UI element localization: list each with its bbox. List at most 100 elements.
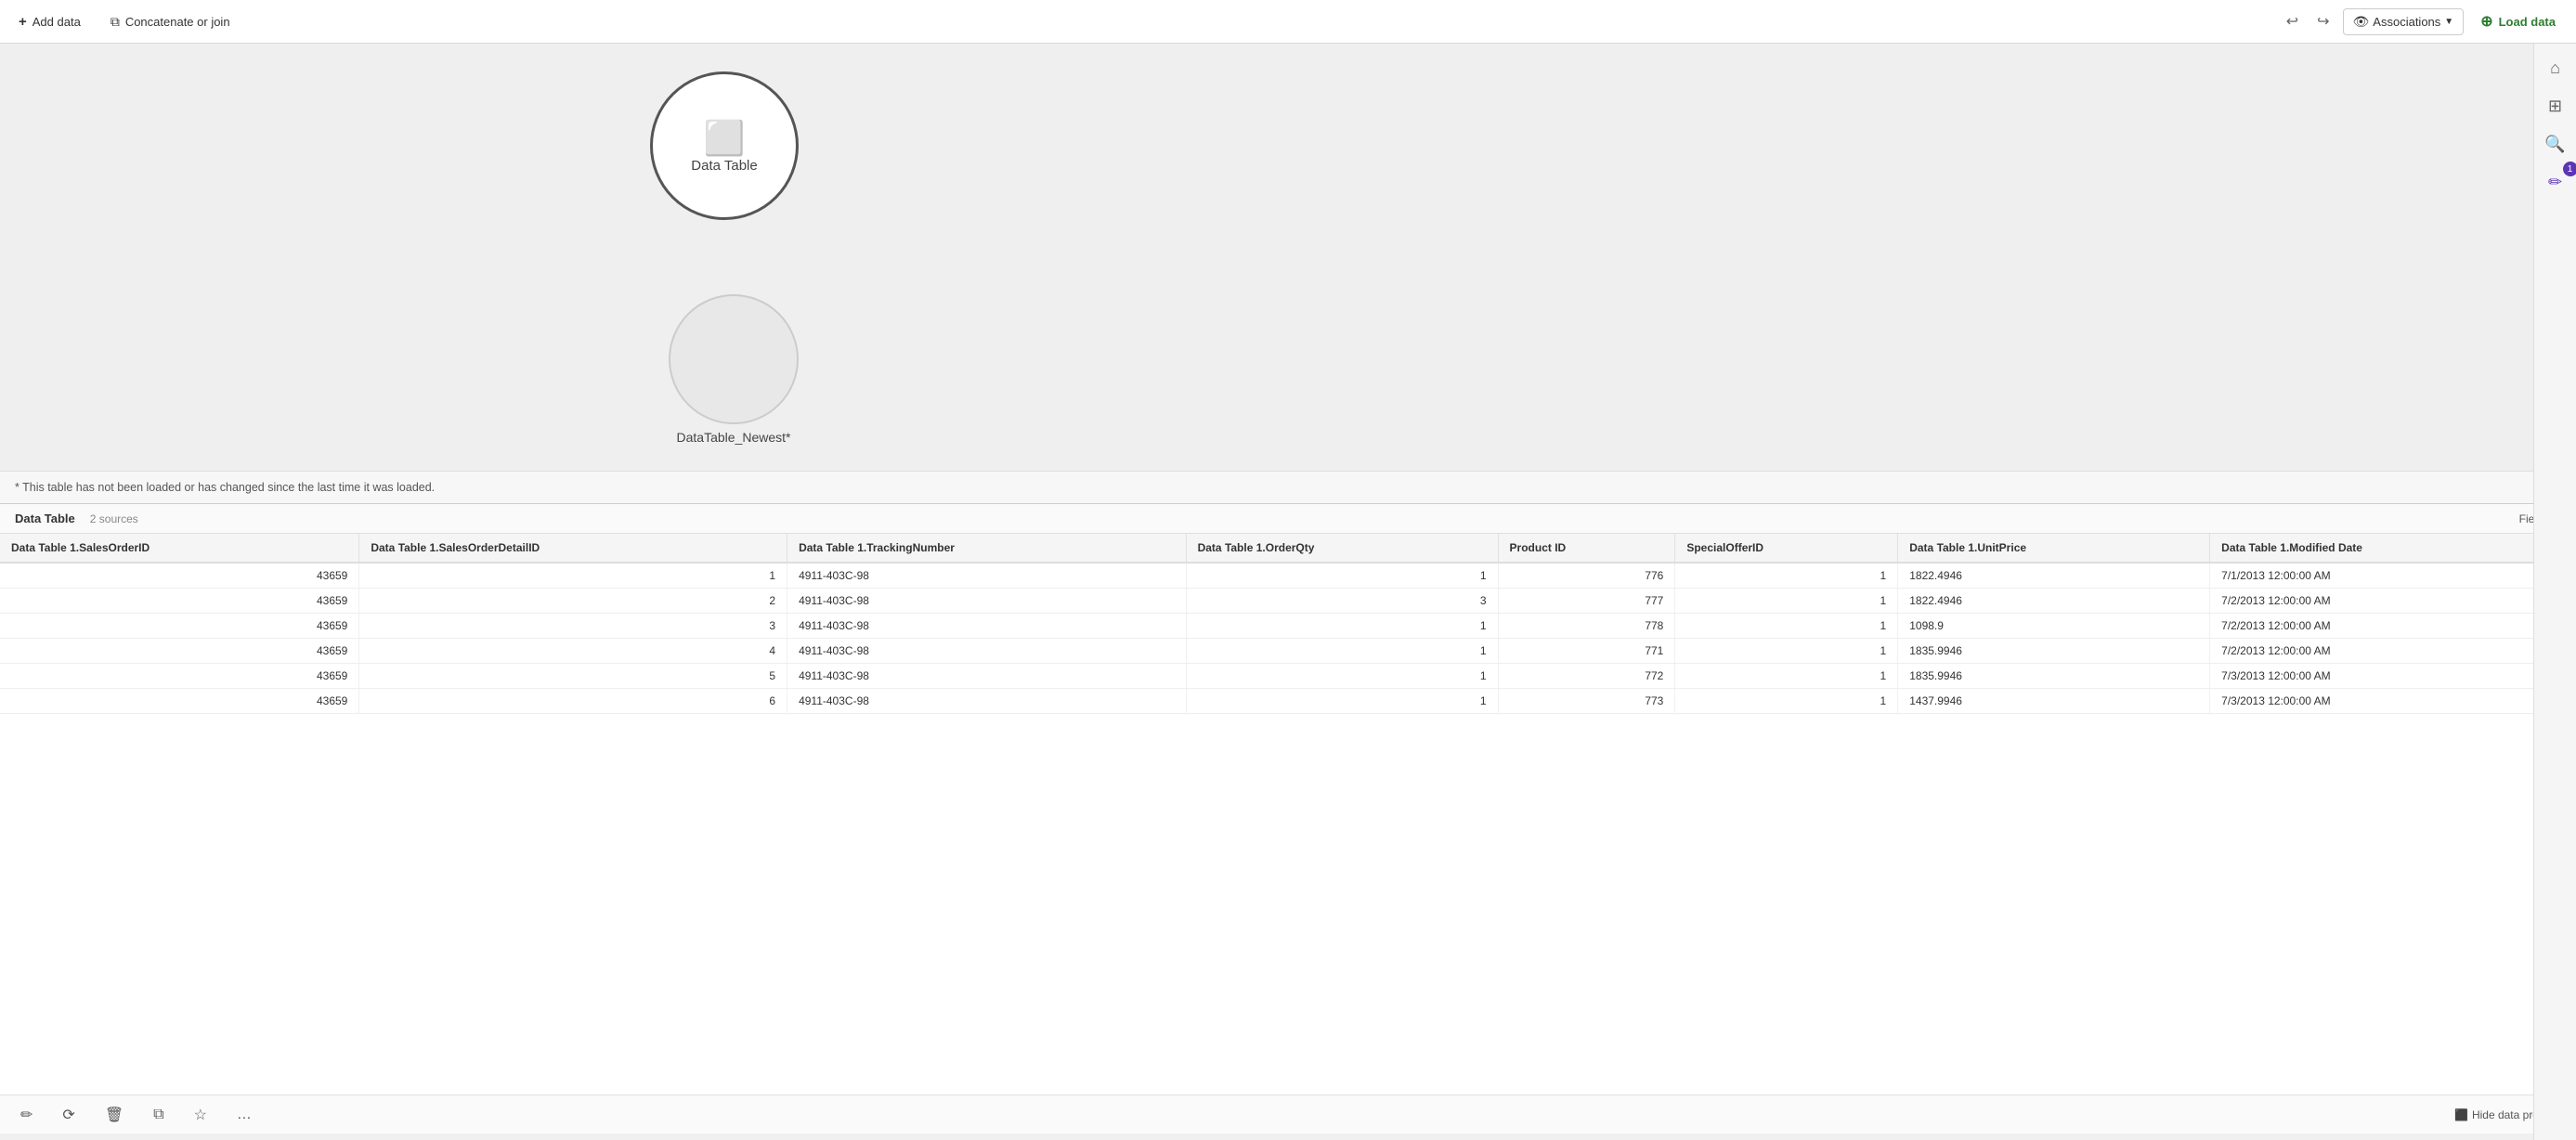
pencil-badge-container: ✏ 1 (2537, 165, 2574, 200)
data-table-container[interactable]: Data Table 1.SalesOrderID Data Table 1.S… (0, 534, 2576, 1095)
warning-text: * This table has not been loaded or has … (15, 481, 435, 494)
preview-table-name: Data Table (15, 512, 75, 525)
redo-button[interactable]: ↪ (2311, 8, 2335, 34)
table-cell: 1098.9 (1898, 614, 2210, 639)
table-cell: 43659 (0, 614, 359, 639)
add-data-label: Add data (33, 15, 81, 29)
toolbar-left: + Add data ⧉ Concatenate or join (11, 10, 2273, 33)
table-cell: 4911-403C-98 (787, 639, 1187, 664)
table-cell: 1822.4946 (1898, 589, 2210, 614)
table-cell: 4911-403C-98 (787, 563, 1187, 589)
table-cell: 1 (1186, 689, 1498, 714)
plus-icon: + (19, 14, 27, 30)
load-data-label: Load data (2499, 15, 2556, 29)
table-cell: 4911-403C-98 (787, 614, 1187, 639)
preview-sources: 2 sources (90, 512, 138, 525)
table-cell: 7/3/2013 12:00:00 AM (2210, 689, 2576, 714)
grid-panel-button[interactable]: ⊞ (2537, 89, 2574, 123)
edit-tool-button[interactable]: ✏ (15, 1102, 38, 1128)
undo-button[interactable]: ↩ (2281, 8, 2304, 34)
table-cell: 4911-403C-98 (787, 664, 1187, 689)
bottom-toolbar: ✏ ⟳ 🗑 ⧉ ☆ … ⬛ Hide data preview (0, 1095, 2576, 1134)
table-cell: 1 (1675, 689, 1898, 714)
home-panel-button[interactable]: ⌂ (2537, 51, 2574, 85)
add-data-button[interactable]: + Add data (11, 10, 88, 33)
table-cell: 1 (1675, 664, 1898, 689)
newest-table-label: DataTable_Newest* (677, 430, 791, 445)
badge-count: 1 (2563, 162, 2576, 176)
col-header-specialofferid: SpecialOfferID (1675, 534, 1898, 563)
filter-tool-button[interactable]: ⧉ (148, 1103, 169, 1127)
col-header-salesorderdetailid: Data Table 1.SalesOrderDetailID (359, 534, 787, 563)
load-data-button[interactable]: ⊕ Load data (2471, 7, 2565, 35)
star-tool-button[interactable]: ☆ (189, 1102, 213, 1128)
table-icon: ⬜ (704, 119, 746, 158)
newest-table-node[interactable]: DataTable_Newest* (669, 294, 799, 445)
concat-join-button[interactable]: ⧉ Concatenate or join (103, 10, 238, 33)
concat-join-label: Concatenate or join (125, 15, 230, 29)
table-cell: 1835.9946 (1898, 639, 2210, 664)
table-cell: 3 (1186, 589, 1498, 614)
associations-button[interactable]: 👁 Associations ▼ (2343, 8, 2465, 35)
toolbar-right: ↩ ↪ 👁 Associations ▼ ⊕ Load data (2281, 7, 2565, 35)
search-panel-button[interactable]: 🔍 (2537, 127, 2574, 162)
table-cell: 1835.9946 (1898, 664, 2210, 689)
table-cell: 1 (1675, 639, 1898, 664)
table-cell: 7/2/2013 12:00:00 AM (2210, 589, 2576, 614)
col-header-trackingnumber: Data Table 1.TrackingNumber (787, 534, 1187, 563)
table-body: 4365914911-403C-98177611822.49467/1/2013… (0, 563, 2576, 714)
eye-icon: 👁 (2353, 14, 2370, 30)
refresh-tool-button[interactable]: ⟳ (57, 1102, 80, 1128)
table-cell: 1 (1186, 563, 1498, 589)
table-cell: 778 (1498, 614, 1675, 639)
table-cell: 3 (359, 614, 787, 639)
data-table: Data Table 1.SalesOrderID Data Table 1.S… (0, 534, 2576, 714)
table-cell: 776 (1498, 563, 1675, 589)
table-cell: 4911-403C-98 (787, 689, 1187, 714)
bottom-tools-left: ✏ ⟳ 🗑 ⧉ ☆ … (15, 1102, 257, 1128)
hide-preview-icon: ⬛ (2454, 1108, 2468, 1121)
table-cell: 1 (1675, 614, 1898, 639)
table-cell: 771 (1498, 639, 1675, 664)
more-tool-button[interactable]: … (231, 1103, 257, 1127)
table-cell: 43659 (0, 639, 359, 664)
table-row: 4365934911-403C-98177811098.97/2/2013 12… (0, 614, 2576, 639)
right-panel: ⌂ ⊞ 🔍 ✏ 1 (2533, 44, 2576, 1140)
preview-header-left: Data Table 2 sources (15, 512, 138, 525)
table-cell: 7/1/2013 12:00:00 AM (2210, 563, 2576, 589)
data-table-node[interactable]: ⬜ Data Table (650, 71, 799, 220)
data-preview-panel: Data Table 2 sources Fields: 8 Data Tabl… (0, 503, 2576, 1134)
col-header-productid: Product ID (1498, 534, 1675, 563)
table-cell: 773 (1498, 689, 1675, 714)
main-toolbar: + Add data ⧉ Concatenate or join ↩ ↪ 👁 A… (0, 0, 2576, 44)
warning-bar: * This table has not been loaded or has … (0, 471, 2576, 503)
chevron-down-icon: ▼ (2444, 17, 2453, 27)
trash-tool-button[interactable]: 🗑 (99, 1102, 129, 1128)
col-header-salesorderid: Data Table 1.SalesOrderID (0, 534, 359, 563)
preview-header: Data Table 2 sources Fields: 8 (0, 504, 2576, 534)
table-cell: 1822.4946 (1898, 563, 2210, 589)
table-cell: 1 (1186, 639, 1498, 664)
table-cell: 43659 (0, 689, 359, 714)
table-cell: 4911-403C-98 (787, 589, 1187, 614)
table-row: 4365944911-403C-98177111835.99467/2/2013… (0, 639, 2576, 664)
table-cell: 43659 (0, 563, 359, 589)
associations-label: Associations (2373, 15, 2440, 29)
table-cell: 7/3/2013 12:00:00 AM (2210, 664, 2576, 689)
col-header-unitprice: Data Table 1.UnitPrice (1898, 534, 2210, 563)
table-cell: 772 (1498, 664, 1675, 689)
data-table-circle: ⬜ Data Table (650, 71, 799, 220)
table-cell: 7/2/2013 12:00:00 AM (2210, 639, 2576, 664)
table-cell: 1 (1186, 664, 1498, 689)
table-cell: 1 (359, 563, 787, 589)
newest-table-circle (669, 294, 799, 424)
col-header-orderqty: Data Table 1.OrderQty (1186, 534, 1498, 563)
load-data-icon: ⊕ (2480, 12, 2492, 31)
table-cell: 1 (1675, 563, 1898, 589)
table-cell: 2 (359, 589, 787, 614)
table-row: 4365924911-403C-98377711822.49467/2/2013… (0, 589, 2576, 614)
col-header-modifieddate: Data Table 1.Modified Date (2210, 534, 2576, 563)
table-cell: 43659 (0, 589, 359, 614)
table-row: 4365954911-403C-98177211835.99467/3/2013… (0, 664, 2576, 689)
table-cell: 1 (1675, 589, 1898, 614)
